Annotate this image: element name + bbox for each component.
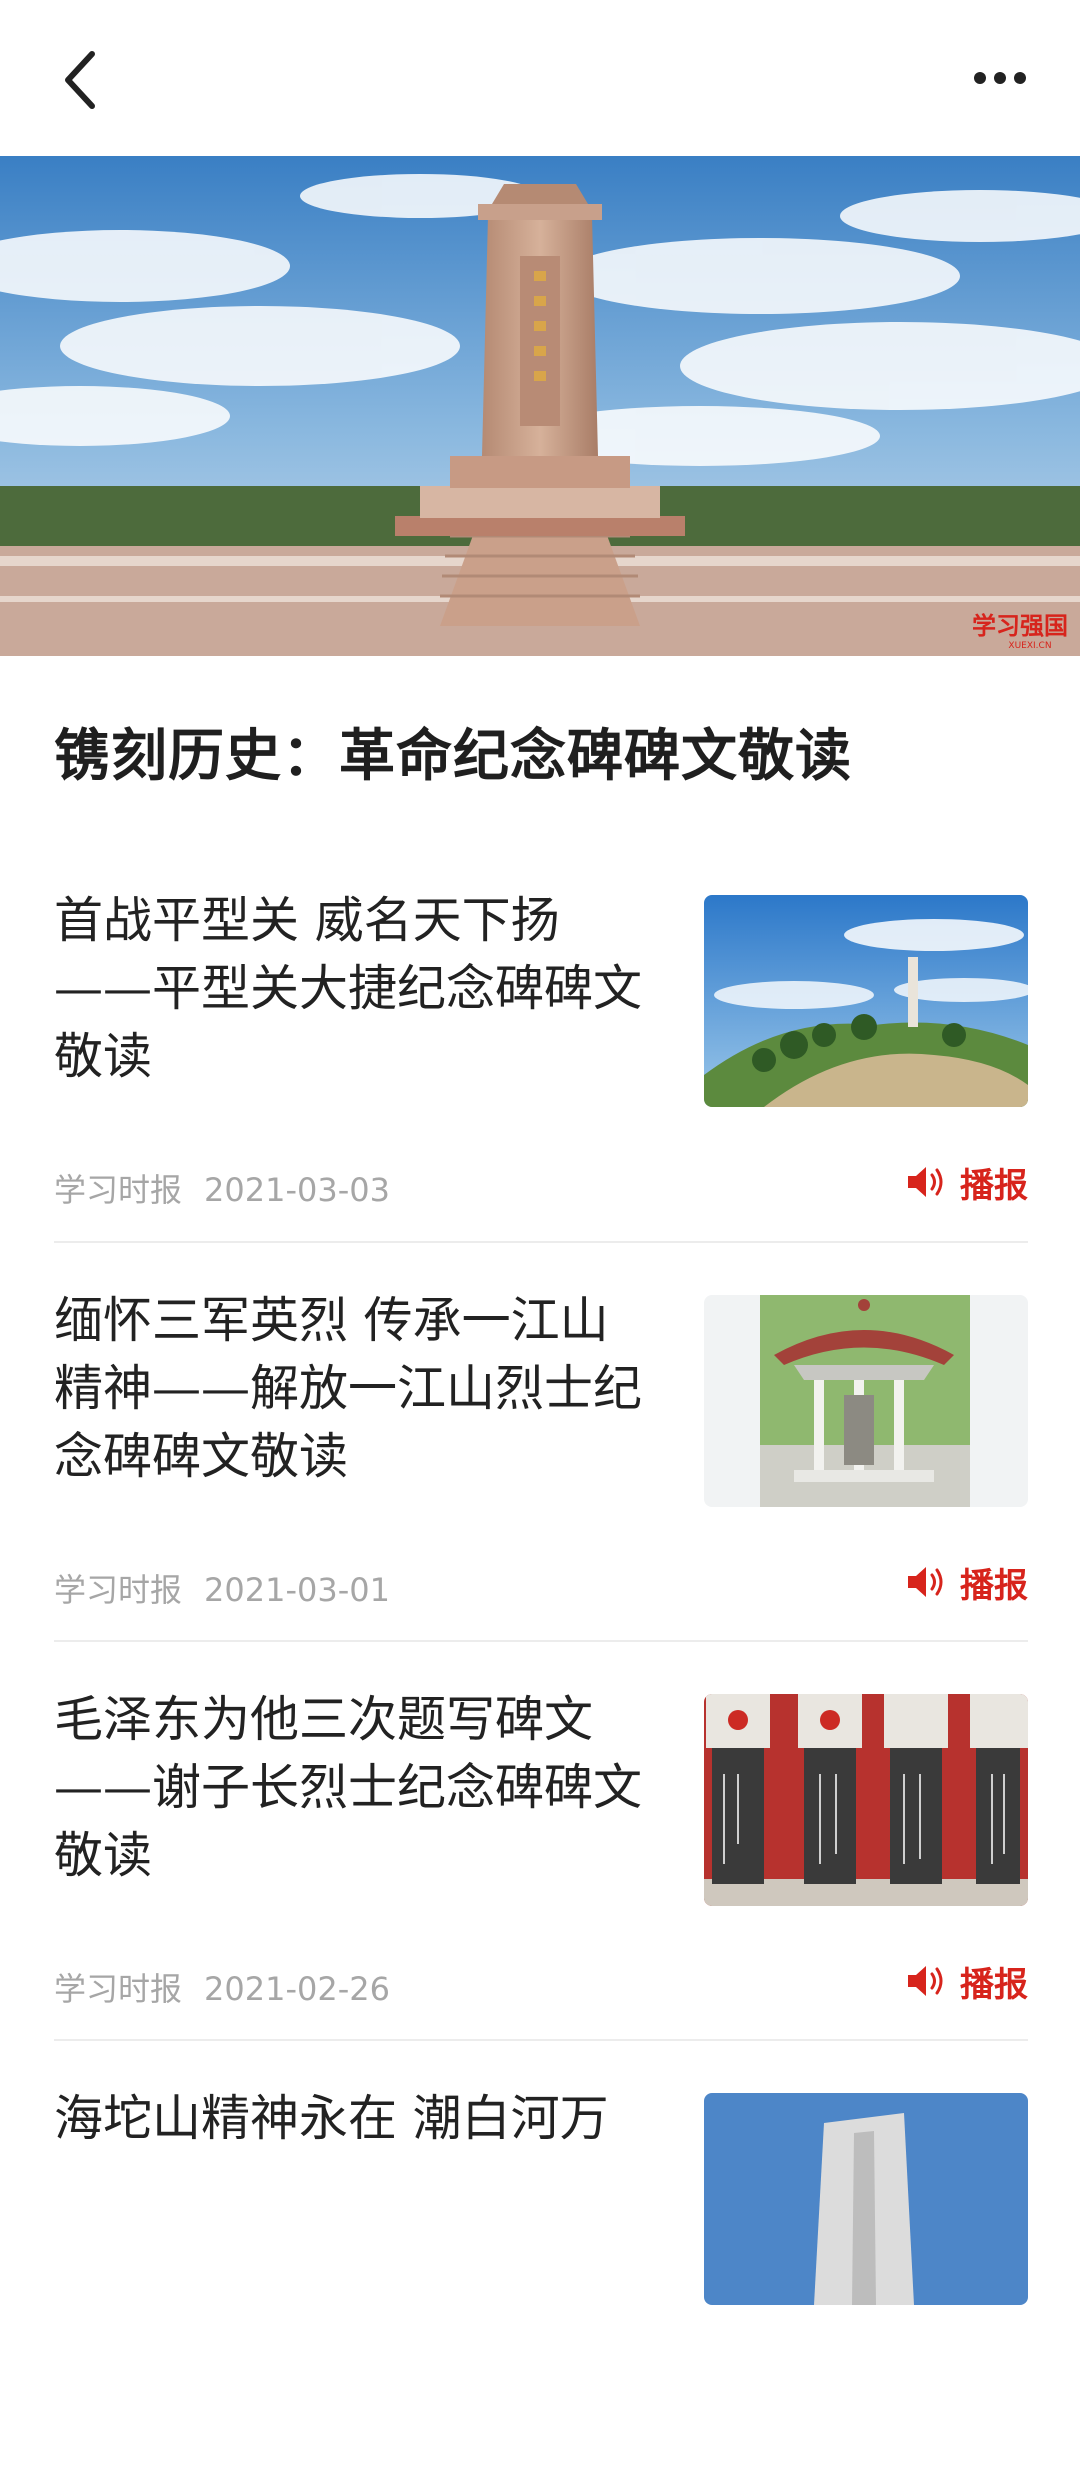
article-date: 2021-02-26 — [204, 1970, 390, 2008]
more-button[interactable] — [960, 50, 1040, 110]
top-nav-bar — [0, 0, 1080, 157]
broadcast-button[interactable]: 播报 — [906, 1557, 1028, 1607]
article-thumbnail — [704, 1694, 1028, 1906]
speaker-icon — [908, 1966, 943, 1996]
divider — [54, 1241, 1028, 1243]
article-thumbnail — [704, 895, 1028, 1107]
svg-text:学习强国: 学习强国 — [972, 612, 1068, 640]
xuexi-watermark: 学习强国 XUEXI.CN — [972, 612, 1068, 651]
article-item[interactable]: 缅怀三军英烈 传承一江山精神——解放一江山烈士纪念碑碑文敬读 学习时报 2021-… — [54, 1287, 1028, 1687]
svg-text:XUEXI.CN: XUEXI.CN — [1008, 641, 1051, 651]
page-title: 镌刻历史：革命纪念碑碑文敬读 — [54, 723, 852, 789]
article-source: 学习时报 — [54, 1571, 183, 1609]
broadcast-label: 播报 — [960, 1165, 1028, 1206]
article-thumbnail — [704, 2093, 1028, 2305]
more-horizontal-icon — [974, 72, 1026, 84]
divider — [54, 2039, 1028, 2041]
article-date: 2021-03-03 — [204, 1171, 390, 1209]
article-title[interactable]: 海坨山精神永在 潮白河万 — [54, 2085, 654, 2153]
article-source: 学习时报 — [54, 1171, 183, 1209]
article-item[interactable]: 海坨山精神永在 潮白河万 — [54, 2085, 1028, 2485]
article-date: 2021-03-01 — [204, 1571, 390, 1609]
broadcast-button[interactable]: 播报 — [906, 1157, 1028, 1207]
article-meta: 学习时报 2021-03-03 — [54, 1165, 390, 1211]
article-meta: 学习时报 2021-03-01 — [54, 1565, 390, 1611]
article-source: 学习时报 — [54, 1970, 183, 2008]
broadcast-button[interactable]: 播报 — [906, 1956, 1028, 2006]
article-title[interactable]: 首战平型关 威名天下扬——平型关大捷纪念碑碑文敬读 — [54, 887, 654, 1091]
speaker-icon — [908, 1567, 943, 1597]
chevron-left-icon — [65, 51, 95, 109]
article-title[interactable]: 缅怀三军英烈 传承一江山精神——解放一江山烈士纪念碑碑文敬读 — [54, 1287, 654, 1491]
divider — [54, 1640, 1028, 1642]
article-item[interactable]: 毛泽东为他三次题写碑文——谢子长烈士纪念碑碑文敬读 学习时报 2021-02-2… — [54, 1686, 1028, 2086]
back-button[interactable] — [52, 40, 112, 120]
article-meta: 学习时报 2021-02-26 — [54, 1964, 390, 2010]
article-title[interactable]: 毛泽东为他三次题写碑文——谢子长烈士纪念碑碑文敬读 — [54, 1686, 654, 1890]
broadcast-label: 播报 — [960, 1964, 1028, 2005]
speaker-icon — [908, 1167, 943, 1197]
banner-image: 学习强国 XUEXI.CN — [0, 156, 1080, 656]
article-thumbnail — [704, 1295, 1028, 1507]
broadcast-label: 播报 — [960, 1565, 1028, 1606]
article-item[interactable]: 首战平型关 威名天下扬——平型关大捷纪念碑碑文敬读 学习时报 2021-03-03 — [54, 887, 1028, 1287]
